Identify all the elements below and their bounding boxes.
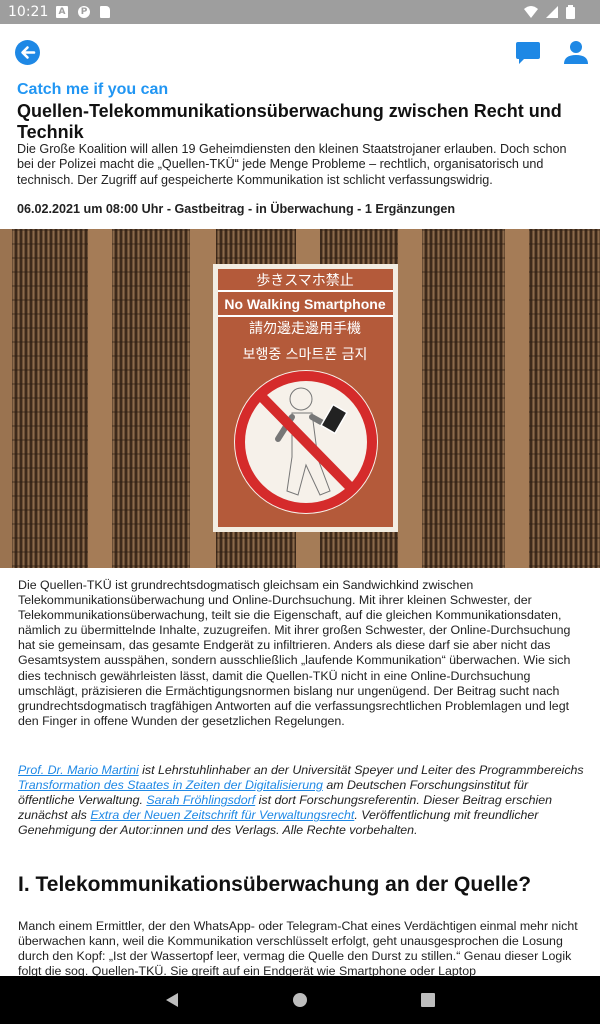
account-icon	[564, 41, 588, 64]
program-link[interactable]: Transformation des Staates in Zeiten der…	[18, 778, 323, 792]
journal-link[interactable]: Extra der Neuen Zeitschrift für Verwaltu…	[90, 808, 354, 822]
article-lead: Die Große Koalition will allen 19 Geheim…	[17, 142, 567, 187]
account-button[interactable]	[563, 39, 589, 67]
wifi-icon	[524, 6, 538, 18]
sign-line-english: No Walking Smartphone	[224, 296, 385, 312]
article-paragraph-1: Die Quellen-TKÜ ist grundrechtsdogmatisc…	[18, 578, 571, 728]
p-notification-icon: P	[78, 6, 90, 18]
sd-card-icon	[100, 6, 110, 18]
back-arrow-icon	[21, 46, 36, 59]
article-credit: Prof. Dr. Mario Martini ist Lehrstuhlinh…	[18, 763, 584, 838]
back-button[interactable]	[15, 40, 40, 65]
nav-recents-icon[interactable]	[421, 993, 435, 1007]
article-kicker: Catch me if you can	[17, 81, 169, 98]
article-meta: 06.02.2021 um 08:00 Uhr - Gastbeitrag - …	[17, 202, 456, 216]
sign-line-chinese: 請勿邊走邊用手機	[249, 321, 361, 337]
status-time: 10:21	[8, 4, 49, 20]
article-hero-image: 歩きスマホ禁止 No Walking Smartphone 請勿邊走邊用手機 보…	[0, 229, 600, 568]
status-right-icons	[524, 5, 575, 19]
system-nav-bar	[0, 976, 600, 1024]
sign-line-korean: 보행중 스마트폰 금지	[243, 347, 368, 363]
article-title: Quellen-Telekommunikationsüberwachung zw…	[17, 101, 562, 142]
comments-button[interactable]	[515, 39, 541, 67]
sign-line-japanese: 歩きスマホ禁止	[256, 273, 354, 289]
author-link-martini[interactable]: Prof. Dr. Mario Martini	[18, 763, 139, 777]
app-bar	[0, 24, 600, 80]
section-heading: I. Telekommunikationsüberwachung an der …	[18, 873, 532, 896]
battery-icon	[566, 5, 575, 19]
comments-icon	[516, 42, 540, 64]
a-notification-icon: A	[56, 6, 68, 18]
article-paragraph-2: Manch einem Ermittler, der den WhatsApp-…	[18, 919, 578, 979]
nav-home-icon[interactable]	[293, 993, 307, 1007]
nav-back-icon[interactable]	[164, 992, 180, 1008]
no-phone-sign: 歩きスマホ禁止 No Walking Smartphone 請勿邊走邊用手機 보…	[213, 264, 398, 532]
signal-icon	[546, 6, 558, 18]
status-bar: 10:21 A P	[0, 0, 600, 24]
author-link-froehlingsdorf[interactable]: Sarah Fröhlingsdorf	[146, 793, 255, 807]
credit-text-1: ist Lehrstuhlinhaber an der Universität …	[138, 763, 584, 777]
hero-image-illustration: 歩きスマホ禁止 No Walking Smartphone 請勿邊走邊用手機 보…	[0, 229, 600, 568]
